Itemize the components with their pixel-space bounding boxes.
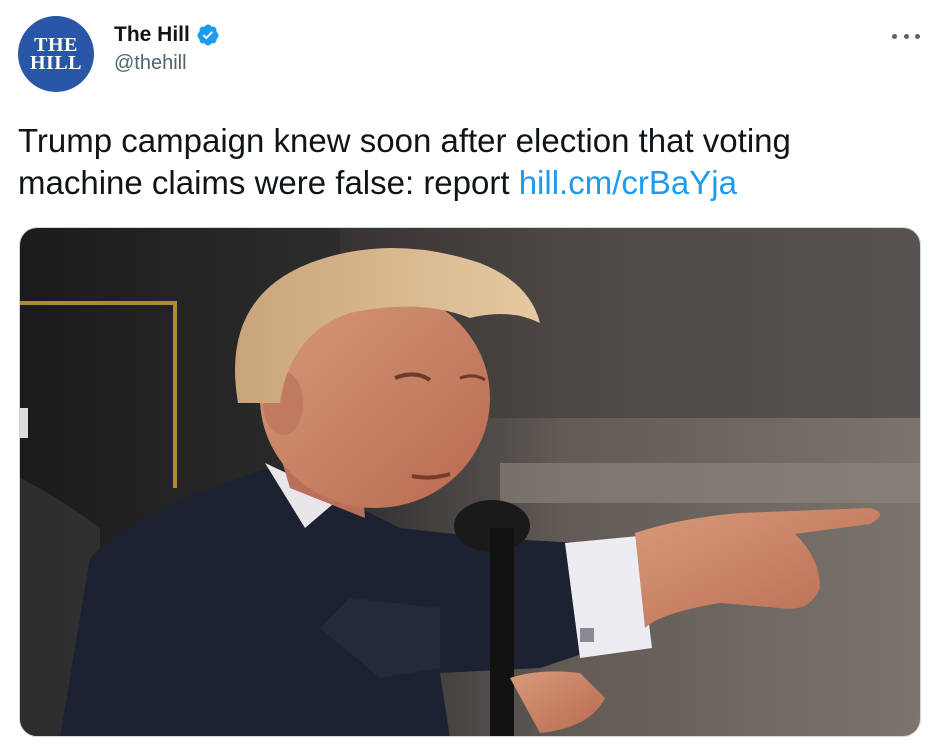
dot bbox=[915, 33, 920, 39]
photo-illustration bbox=[20, 228, 920, 736]
avatar-text-line2: HILL bbox=[29, 52, 83, 74]
dot bbox=[903, 33, 909, 39]
author-info: The Hill @thehill bbox=[114, 20, 220, 75]
avatar[interactable]: THE HILL bbox=[18, 16, 94, 92]
name-row: The Hill bbox=[114, 20, 220, 50]
tweet-photo[interactable] bbox=[19, 227, 921, 737]
verified-badge-icon bbox=[196, 23, 220, 47]
tweet-text: Trump campaign knew soon after election … bbox=[18, 120, 918, 204]
tweet-card: THE HILL The Hill @thehill Trump campaig… bbox=[0, 0, 940, 752]
dot bbox=[892, 33, 897, 39]
display-name[interactable]: The Hill bbox=[114, 23, 190, 47]
tweet-link[interactable]: hill.cm/crBaYja bbox=[519, 164, 737, 201]
user-handle[interactable]: @thehill bbox=[114, 52, 220, 75]
more-options-icon[interactable] bbox=[892, 26, 920, 46]
